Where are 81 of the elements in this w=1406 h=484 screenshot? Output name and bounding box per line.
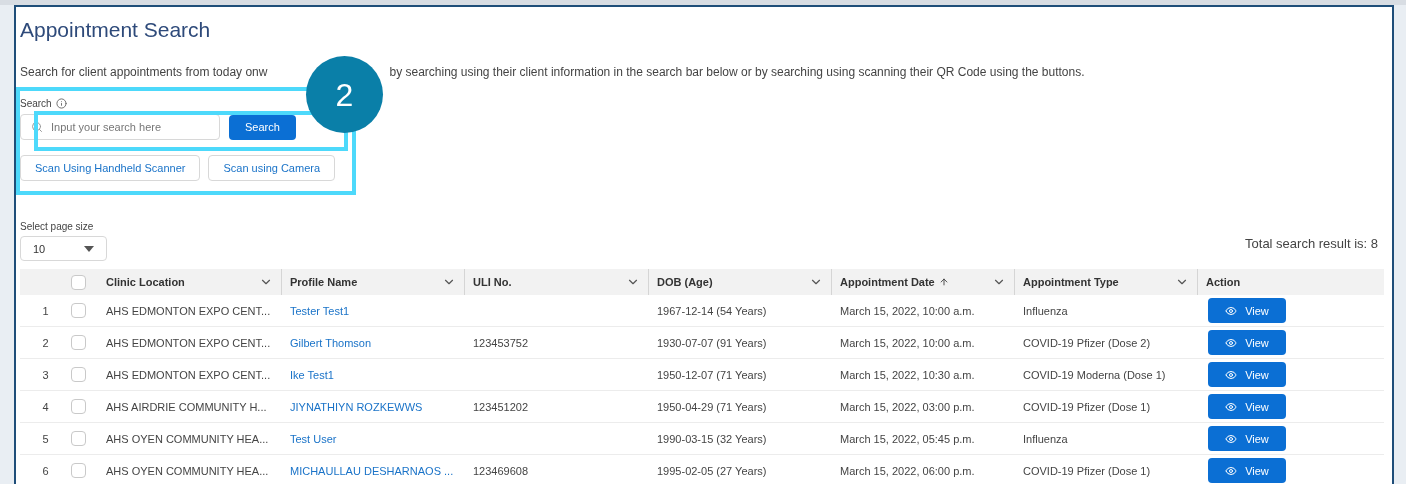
- column-header[interactable]: ULI No.: [465, 269, 649, 296]
- table-cell: March 15, 2022, 10:30 a.m.: [840, 368, 975, 381]
- search-button[interactable]: Search: [229, 114, 296, 140]
- page-size-label: Select page size: [20, 220, 95, 235]
- description-text: by searching using their client information in the search bar below or by searching using scanning their QR Code using the buttons.: [389, 64, 1085, 82]
- column-header[interactable]: DOB (Age): [649, 269, 832, 296]
- table-cell: 1950-04-29 (71 Years): [657, 400, 767, 413]
- search-field[interactable]: Input your search here: [20, 114, 220, 141]
- table-cell: Influenza: [1023, 432, 1068, 445]
- column-header[interactable]: Action: [1198, 269, 1384, 296]
- dropdown-arrow-icon: [84, 245, 94, 252]
- row-number: 4: [42, 399, 49, 415]
- row-number: 3: [42, 367, 49, 383]
- checkbox[interactable]: [71, 367, 86, 383]
- table-cell: March 15, 2022, 03:00 p.m.: [840, 400, 975, 413]
- table-cell: COVID-19 Pfizer (Dose 2): [1023, 336, 1151, 349]
- row-number: 5: [42, 431, 49, 447]
- eye-icon: [1225, 400, 1238, 413]
- step-badge: 2: [306, 56, 383, 133]
- table-cell: COVID-19 Pfizer (Dose 1): [1023, 464, 1151, 477]
- profile-name-link[interactable]: Test User: [290, 432, 337, 445]
- checkbox[interactable]: [71, 463, 86, 479]
- column-header[interactable]: Appointment Type: [1015, 269, 1198, 296]
- profile-name-link[interactable]: Ike Test1: [290, 368, 334, 381]
- eye-icon: [1225, 368, 1238, 381]
- table-cell: 1930-07-07 (91 Years): [657, 336, 767, 349]
- checkbox[interactable]: [71, 431, 86, 447]
- checkbox[interactable]: [71, 399, 86, 415]
- page-size-select[interactable]: 10: [20, 236, 107, 262]
- row-number: 2: [42, 335, 49, 351]
- row-number: 6: [42, 463, 49, 479]
- search-icon: [31, 121, 43, 134]
- table-cell: 1967-12-14 (54 Years): [657, 304, 767, 317]
- profile-name-link[interactable]: MICHAULLAU DESHARNAOS ...: [290, 464, 454, 477]
- profile-name-link[interactable]: Gilbert Thomson: [290, 336, 372, 349]
- page-title: Appointment Search: [20, 17, 212, 43]
- info-icon: [55, 98, 67, 110]
- table-cell: AHS OYEN COMMUNITY HEA...: [106, 432, 269, 445]
- view-button[interactable]: View: [1208, 362, 1286, 388]
- eye-icon: [1225, 304, 1238, 317]
- search-label: Search: [20, 97, 52, 112]
- checkbox[interactable]: [71, 303, 86, 319]
- table-cell: AHS AIRDRIE COMMUNITY H...: [106, 400, 267, 413]
- table-cell: AHS EDMONTON EXPO CENT...: [106, 336, 271, 349]
- row-number: 1: [42, 303, 49, 319]
- table-cell: March 15, 2022, 06:00 p.m.: [840, 464, 975, 477]
- table-cell: March 15, 2022, 05:45 p.m.: [840, 432, 975, 445]
- eye-icon: [1225, 464, 1238, 477]
- profile-name-link[interactable]: JIYNATHIYN ROZKEWWS: [290, 400, 423, 413]
- column-header[interactable]: Clinic Location: [98, 269, 282, 296]
- table-cell: COVID-19 Moderna (Dose 1): [1023, 368, 1166, 381]
- table-cell: Influenza: [1023, 304, 1068, 317]
- checkbox[interactable]: [71, 274, 86, 290]
- profile-name-link[interactable]: Tester Test1: [290, 304, 350, 317]
- eye-icon: [1225, 432, 1238, 445]
- description-text: Search for client appointments from today onw: [20, 64, 268, 82]
- table-cell: 1990-03-15 (32 Years): [657, 432, 767, 445]
- scan-button[interactable]: Scan Using Handheld Scanner: [20, 155, 201, 182]
- column-header[interactable]: Appointment Date: [832, 269, 1015, 296]
- sort-ascending-icon: [938, 277, 949, 288]
- view-button[interactable]: View: [1208, 426, 1286, 452]
- view-button[interactable]: View: [1208, 298, 1286, 324]
- checkbox[interactable]: [71, 335, 86, 351]
- table-cell: 123469608: [473, 464, 529, 477]
- table-cell: 1995-02-05 (27 Years): [657, 464, 767, 477]
- view-button[interactable]: View: [1208, 394, 1286, 420]
- eye-icon: [1225, 336, 1238, 349]
- column-header[interactable]: Profile Name: [282, 269, 465, 296]
- table-cell: March 15, 2022, 10:00 a.m.: [840, 336, 975, 349]
- table-cell: AHS EDMONTON EXPO CENT...: [106, 368, 271, 381]
- table-cell: 123453752: [473, 336, 529, 349]
- view-button[interactable]: View: [1208, 458, 1286, 484]
- table-cell: March 15, 2022, 10:00 a.m.: [840, 304, 975, 317]
- table-cell: 1950-12-07 (71 Years): [657, 368, 767, 381]
- view-button[interactable]: View: [1208, 330, 1286, 356]
- scan-button[interactable]: Scan using Camera: [208, 155, 336, 182]
- table-cell: AHS OYEN COMMUNITY HEA...: [106, 464, 269, 477]
- table-cell: AHS EDMONTON EXPO CENT...: [106, 304, 271, 317]
- total-results-text: Total search result is: 8: [1245, 234, 1378, 253]
- table-cell: COVID-19 Pfizer (Dose 1): [1023, 400, 1151, 413]
- table-cell: 123451202: [473, 400, 529, 413]
